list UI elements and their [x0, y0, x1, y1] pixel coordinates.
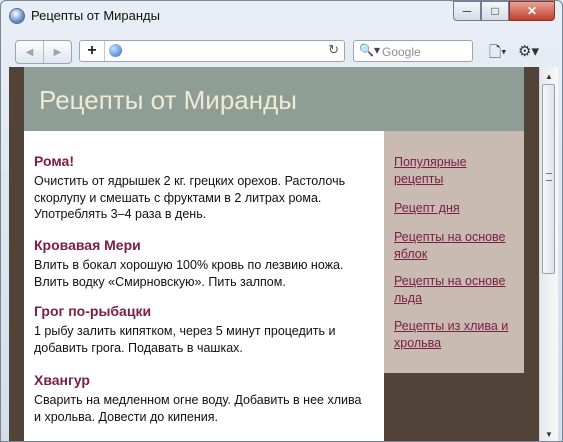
recipe-text: 1 рыбу залить кипятком, через 5 минут пр…: [34, 324, 336, 355]
sidebar-link[interactable]: Рецепт дня: [394, 200, 518, 217]
sidebar-link[interactable]: Рецепты из хлива и хрольва: [394, 318, 518, 351]
address-input[interactable]: [128, 43, 328, 60]
back-button[interactable]: ◀: [16, 41, 43, 63]
main-content: Рома! Очистить от ядрышек 2 кг. грецких …: [24, 131, 384, 441]
recipe-text: Влить в бокал хорошую 100% кровь по лезв…: [34, 258, 344, 289]
page-menu-icon[interactable]: 🗋▾: [489, 42, 507, 67]
forward-button[interactable]: ▶: [43, 41, 71, 63]
recipe-title: Рома!: [34, 153, 74, 169]
sidebar-link[interactable]: Рецепты на основе льда: [394, 273, 518, 306]
reload-button[interactable]: ↻: [328, 42, 339, 58]
window-title: Рецепты от Миранды: [31, 8, 160, 23]
page-viewport: Рецепты от Миранды Рома! Очистить от ядр…: [9, 67, 539, 441]
search-box: 🔍▾: [353, 40, 473, 62]
scrollbar-thumb[interactable]: [542, 84, 555, 274]
search-input[interactable]: [380, 44, 472, 60]
close-button[interactable]: ✕: [509, 1, 555, 21]
maximize-button[interactable]: □: [481, 1, 509, 21]
back-forward-group: ◀ ▶: [15, 40, 72, 64]
globe-icon: [109, 44, 122, 57]
window-controls: ─ □ ✕: [453, 1, 555, 21]
sidebar-link[interactable]: Популярные рецепты: [394, 154, 518, 187]
sidebar: Популярные рецепты Рецепт дня Рецепты на…: [384, 131, 524, 373]
site-header: Рецепты от Миранды: [24, 67, 524, 131]
new-tab-button[interactable]: +: [80, 41, 105, 61]
title-bar: Рецепты от Миранды ─ □ ✕: [1, 1, 562, 31]
address-bar: + ↻: [79, 40, 345, 62]
recipe-item: Хвангур Сварить на медленном огне воду. …: [34, 372, 370, 425]
page-title: Рецепты от Миранды: [39, 85, 297, 115]
browser-app-icon: [9, 8, 25, 24]
scroll-up-icon[interactable]: ▲: [542, 69, 556, 83]
navigation-toolbar: ◀ ▶ + ↻ 🔍▾ 🗋▾ ⚙▾: [1, 31, 562, 67]
grip-icon: [546, 173, 552, 181]
minimize-button[interactable]: ─: [453, 1, 481, 21]
recipe-text: Сварить на медленном огне воду. Добавить…: [34, 393, 362, 424]
vertical-scrollbar[interactable]: ▲ ▼: [539, 67, 558, 441]
search-engine-icon[interactable]: 🔍▾: [359, 43, 380, 57]
gear-icon[interactable]: ⚙▾: [518, 42, 539, 60]
recipe-title: Кровавая Мери: [34, 237, 141, 253]
recipe-title: Грог по-рыбацки: [34, 303, 152, 319]
recipe-item: Рома! Очистить от ядрышек 2 кг. грецких …: [34, 153, 370, 223]
recipe-item: Кровавая Мери Влить в бокал хорошую 100%…: [34, 237, 370, 290]
recipe-item: Грог по-рыбацки 1 рыбу залить кипятком, …: [34, 303, 370, 356]
recipe-text: Очистить от ядрышек 2 кг. грецких орехов…: [34, 174, 346, 221]
recipe-title: Хвангур: [34, 372, 90, 388]
sidebar-link[interactable]: Рецепты на основе яблок: [394, 229, 518, 262]
scroll-down-icon[interactable]: ▼: [542, 427, 556, 441]
browser-window: Рецепты от Миранды ─ □ ✕ ◀ ▶ + ↻ 🔍▾ 🗋▾ ⚙…: [0, 0, 563, 442]
